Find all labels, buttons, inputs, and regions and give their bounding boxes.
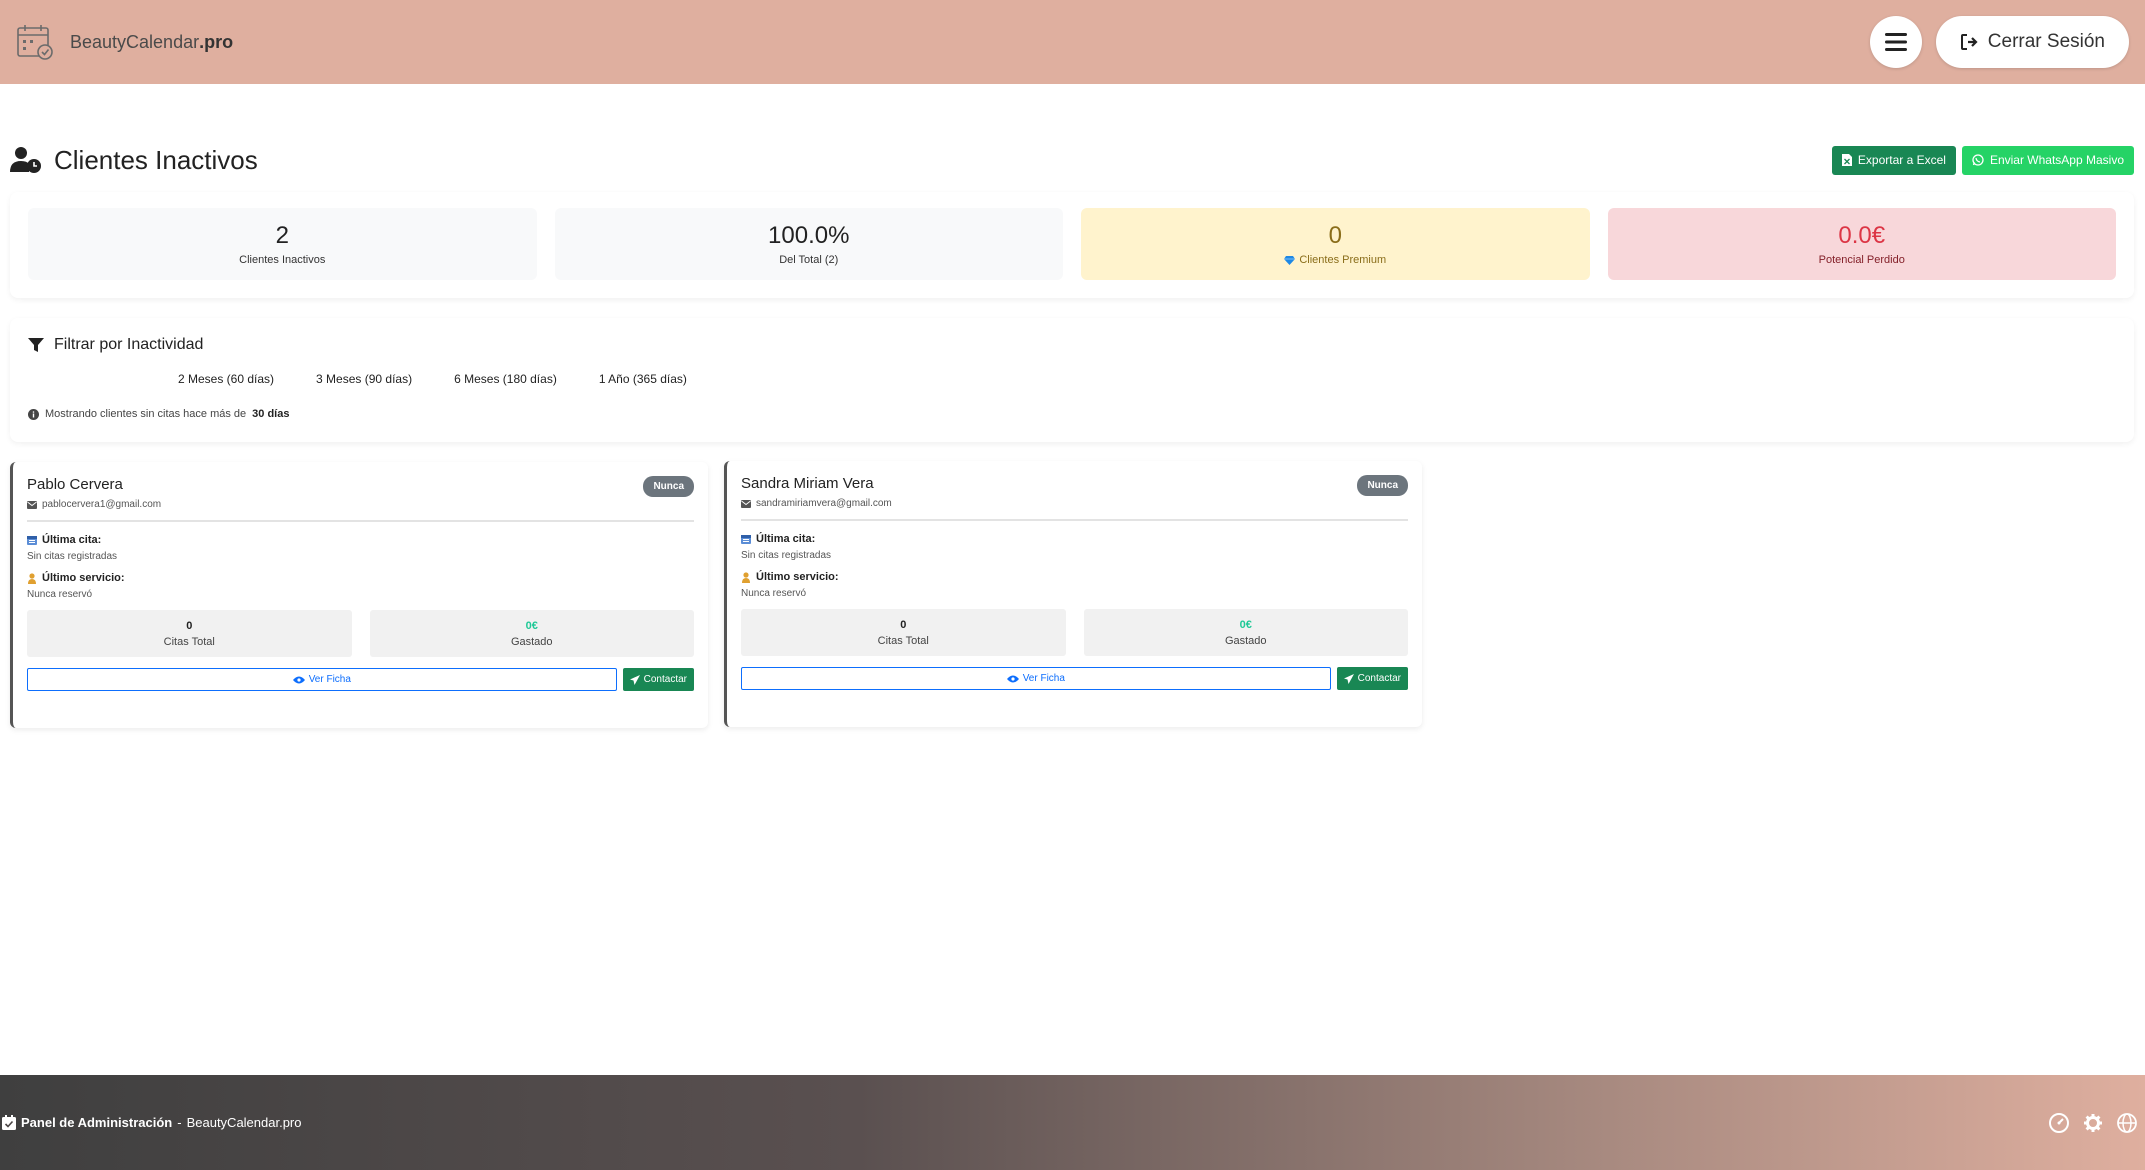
eye-icon xyxy=(292,676,305,683)
whatsapp-bulk-button[interactable]: Enviar WhatsApp Masivo xyxy=(1961,145,2134,175)
spent-stat: 0€ Gastado xyxy=(1083,609,1408,656)
envelope-icon xyxy=(27,500,37,509)
spent-stat: 0€ Gastado xyxy=(369,610,694,657)
filter-option-180-days[interactable]: 6 Meses (180 días) xyxy=(454,372,557,386)
calendar-icon xyxy=(27,536,37,545)
dashboard-icon[interactable] xyxy=(2049,1112,2069,1133)
stat-premium-clients: 0 Clientes Premium xyxy=(1081,208,1590,280)
calendar-logo-icon xyxy=(17,25,53,60)
view-profile-button[interactable]: Ver Ficha xyxy=(27,668,617,691)
client-name: Pablo Cervera xyxy=(27,476,123,493)
filter-option-60-days[interactable]: 2 Meses (60 días) xyxy=(178,372,274,386)
brand[interactable]: BeautyCalendar.pro xyxy=(16,22,233,62)
stat-percentage: 100.0% Del Total (2) xyxy=(554,208,1063,280)
filter-title: Filtrar por Inactividad xyxy=(54,336,204,353)
client-name: Sandra Miriam Vera xyxy=(741,475,874,492)
globe-icon[interactable] xyxy=(2117,1112,2137,1133)
user-clock-icon xyxy=(10,147,41,173)
contact-button[interactable]: Contactar xyxy=(1336,667,1408,690)
last-service-value: Nunca reservó xyxy=(741,588,807,599)
info-circle-icon xyxy=(28,408,39,420)
filter-card: Filtrar por Inactividad 2 Meses (60 días… xyxy=(10,318,2134,442)
calendar-check-icon xyxy=(2,1115,16,1130)
divider xyxy=(741,519,1408,521)
total-appointments-stat: 0 Citas Total xyxy=(27,610,352,657)
view-profile-button[interactable]: Ver Ficha xyxy=(741,667,1331,690)
envelope-icon xyxy=(741,499,751,508)
status-badge: Nunca xyxy=(643,476,694,497)
paper-plane-icon xyxy=(1343,673,1354,684)
paper-plane-icon xyxy=(629,674,640,685)
client-card: Pablo Cervera pablocervera1@gmail.com Nu… xyxy=(10,462,708,728)
page-title: Clientes Inactivos xyxy=(54,144,258,175)
last-appointment-value: Sin citas registradas xyxy=(27,551,118,562)
client-card: Sandra Miriam Vera sandramiriamvera@gmai… xyxy=(724,461,1422,727)
last-appointment-value: Sin citas registradas xyxy=(741,550,832,561)
service-icon xyxy=(28,572,36,584)
client-email: pablocervera1@gmail.com xyxy=(42,499,162,510)
sign-out-icon xyxy=(1960,34,1978,50)
divider xyxy=(27,520,694,522)
whatsapp-icon xyxy=(1972,154,1984,166)
contact-button[interactable]: Contactar xyxy=(622,668,694,691)
filter-option-90-days[interactable]: 3 Meses (90 días) xyxy=(316,372,412,386)
top-navbar: BeautyCalendar.pro Cerrar Sesión xyxy=(0,0,2145,84)
calendar-icon xyxy=(741,535,751,544)
service-icon xyxy=(742,571,750,583)
stats-card: 2 Clientes Inactivos 100.0% Del Total (2… xyxy=(10,192,2134,298)
brand-name: BeautyCalendar.pro xyxy=(70,31,234,52)
total-appointments-stat: 0 Citas Total xyxy=(741,609,1066,656)
page-header: Clientes Inactivos Exportar a Excel Envi… xyxy=(10,142,2134,178)
eye-icon xyxy=(1006,675,1019,682)
menu-button[interactable] xyxy=(1869,16,1922,68)
filter-option-365-days[interactable]: 1 Año (365 días) xyxy=(599,372,687,386)
footer-text: Panel de Administración - BeautyCalendar… xyxy=(2,1115,302,1130)
status-badge: Nunca xyxy=(1357,475,1408,496)
gear-icon[interactable] xyxy=(2083,1113,2103,1133)
hamburger-icon xyxy=(1884,33,1907,51)
footer: Panel de Administración - BeautyCalendar… xyxy=(0,1075,2145,1170)
client-email: sandramiriamvera@gmail.com xyxy=(756,498,892,509)
stat-inactive-clients: 2 Clientes Inactivos xyxy=(28,208,537,280)
filter-icon xyxy=(28,337,44,352)
export-excel-button[interactable]: Exportar a Excel xyxy=(1831,145,1956,175)
file-excel-icon xyxy=(1841,154,1852,166)
logout-button[interactable]: Cerrar Sesión xyxy=(1935,16,2129,68)
gem-icon xyxy=(1284,255,1296,265)
last-service-value: Nunca reservó xyxy=(27,589,93,600)
filter-note: Mostrando clientes sin citas hace más de… xyxy=(28,408,2116,420)
stat-lost-potential: 0.0€ Potencial Perdido xyxy=(1607,208,2116,280)
logout-label: Cerrar Sesión xyxy=(1987,31,2105,52)
